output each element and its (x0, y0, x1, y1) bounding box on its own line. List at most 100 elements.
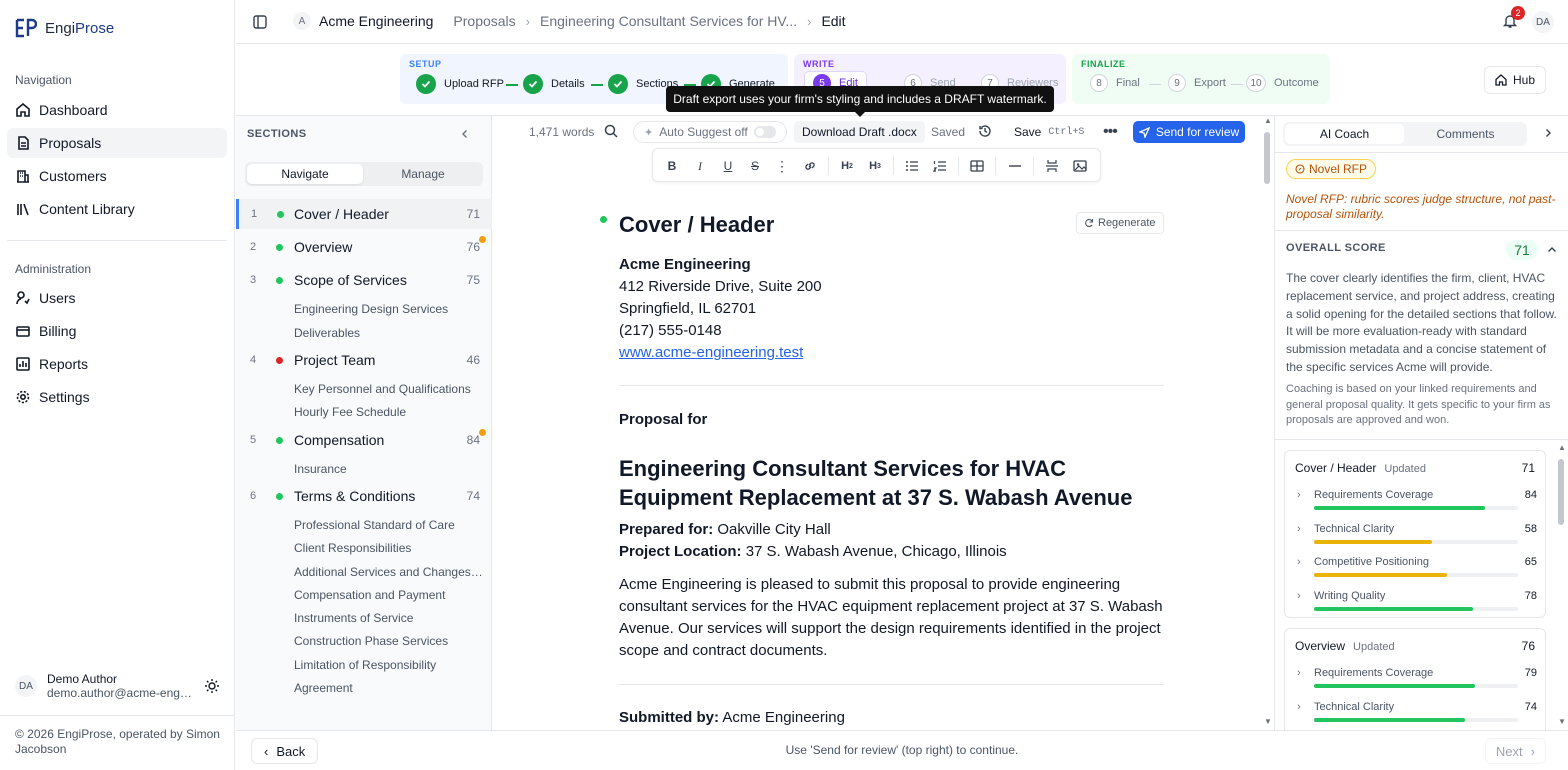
horizontal-rule-icon[interactable] (1006, 157, 1024, 175)
subsection-item[interactable]: Limitation of Responsibility (294, 658, 484, 672)
bullet-list-icon[interactable] (903, 157, 921, 175)
intro-paragraph[interactable]: Acme Engineering is pleased to submit th… (619, 574, 1164, 662)
step-details[interactable]: Details (523, 74, 585, 94)
section-item[interactable]: 1 Cover / Header 71 (236, 199, 492, 229)
firm-phone[interactable]: (217) 555-0148 (619, 320, 1164, 342)
collapse-chevron-left-icon[interactable] (460, 129, 470, 139)
italic-icon[interactable]: I (691, 157, 709, 175)
tab-ai-coach[interactable]: AI Coach (1285, 124, 1404, 144)
chevron-right-icon[interactable] (1543, 128, 1553, 138)
underline-icon[interactable]: U (719, 157, 737, 175)
nav-item-dashboard[interactable]: Dashboard (7, 95, 227, 125)
subsection-item[interactable]: Hourly Fee Schedule (294, 405, 484, 419)
subsection-item[interactable]: Engineering Design Services (294, 302, 484, 316)
subsection-item[interactable]: Construction Phase Services (294, 634, 484, 648)
user-avatar[interactable]: DA (1532, 11, 1554, 33)
heading-3-icon[interactable]: H3 (866, 157, 884, 175)
firm-website-link[interactable]: www.acme-engineering.test (619, 344, 803, 361)
score-metric[interactable]: › Requirements Coverage 79 (1297, 667, 1537, 695)
tab-comments[interactable]: Comments (1406, 124, 1525, 144)
subsection-item[interactable]: Agreement (294, 681, 484, 695)
step-final[interactable]: 8 Final (1090, 74, 1140, 92)
section-score-card[interactable]: Cover / Header Updated 71 › Requirements Cov… (1284, 450, 1546, 618)
scrollbar-thumb[interactable] (1264, 132, 1270, 184)
hub-button[interactable]: Hub (1483, 66, 1546, 94)
firm-website[interactable]: www.acme-engineering.test (619, 342, 1164, 364)
section-item[interactable]: 6 Terms & Conditions 74 (236, 481, 492, 511)
editor-scrollbar[interactable]: ▲ ▼ (1262, 116, 1272, 730)
score-metric[interactable]: › Requirements Coverage 84 (1297, 489, 1537, 517)
brand-logo[interactable]: EngiProse (15, 18, 114, 38)
sidebar-toggle-icon[interactable] (253, 15, 267, 29)
breadcrumb-proposal[interactable]: Engineering Consultant Services for HV..… (540, 13, 797, 29)
nav-item-proposals[interactable]: Proposals (7, 128, 227, 158)
prepared-for[interactable]: Prepared for: Oakville City Hall (619, 519, 1164, 541)
nav-item-content-library[interactable]: Content Library (7, 194, 227, 224)
proposal-for-label[interactable]: Proposal for (619, 409, 1164, 431)
scroll-up-icon[interactable]: ▲ (1264, 116, 1272, 125)
firm-address-line-2[interactable]: Springfield, IL 62701 (619, 298, 1164, 320)
step-upload-rfp[interactable]: Upload RFP (416, 74, 504, 94)
step-outcome[interactable]: 10 Outcome (1246, 74, 1319, 92)
section-item[interactable]: 3 Scope of Services 75 (236, 265, 492, 295)
next-button[interactable]: Next › (1484, 738, 1546, 764)
more-vertical-icon[interactable]: ⋮ (773, 157, 791, 175)
heading-2-icon[interactable]: H2 (838, 157, 856, 175)
nav-item-reports[interactable]: Reports (7, 349, 227, 379)
section-item[interactable]: 2 Overview 76 (236, 232, 492, 262)
breadcrumb-org[interactable]: Acme Engineering (319, 13, 433, 29)
history-icon[interactable] (978, 124, 992, 138)
subsection-item[interactable]: Instruments of Service (294, 611, 484, 625)
scrollbar-thumb[interactable] (1558, 459, 1564, 525)
theme-toggle-sun-icon[interactable] (205, 679, 219, 693)
more-options-icon[interactable]: ••• (1103, 121, 1118, 143)
send-for-review-button[interactable]: Send for review (1133, 121, 1245, 143)
search-icon[interactable] (604, 124, 618, 138)
chevron-up-icon[interactable] (1547, 245, 1557, 255)
subsection-item[interactable]: Insurance (294, 462, 484, 476)
firm-address-line-1[interactable]: 412 Riverside Drive, Suite 200 (619, 276, 1164, 298)
subsection-item[interactable]: Professional Standard of Care (294, 518, 484, 532)
section-item[interactable]: 5 Compensation 84 (236, 425, 492, 455)
subsection-item[interactable]: Client Responsibilities (294, 541, 484, 555)
tab-navigate[interactable]: Navigate (247, 164, 363, 184)
project-location[interactable]: Project Location: 37 S. Wabash Avenue, C… (619, 541, 1164, 563)
image-icon[interactable] (1071, 157, 1089, 175)
save-button[interactable]: Save Ctrl+S (1014, 121, 1084, 143)
nav-item-settings[interactable]: Settings (7, 382, 227, 412)
nav-item-billing[interactable]: Billing (7, 316, 227, 346)
auto-suggest-toggle[interactable]: ✦ Auto Suggest off (633, 121, 787, 143)
coach-scrollbar[interactable]: ▲ ▼ (1557, 443, 1567, 730)
scroll-up-icon[interactable]: ▲ (1558, 443, 1566, 452)
subsection-item[interactable]: Compensation and Payment (294, 588, 484, 602)
section-item[interactable]: 4 Project Team 46 (236, 345, 492, 375)
current-user[interactable]: DA Demo Author demo.author@acme-engineer… (15, 672, 192, 700)
step-export[interactable]: 9 Export (1168, 74, 1226, 92)
table-icon[interactable] (968, 157, 986, 175)
breadcrumb-proposals[interactable]: Proposals (453, 13, 515, 29)
toggle-switch[interactable] (753, 126, 776, 138)
subsection-item[interactable]: Key Personnel and Qualifications (294, 382, 484, 396)
nav-item-customers[interactable]: Customers (7, 161, 227, 191)
download-draft-button[interactable]: Download Draft .docx (794, 121, 925, 143)
scroll-down-icon[interactable]: ▼ (1264, 717, 1272, 726)
page-break-icon[interactable] (1043, 157, 1061, 175)
score-metric[interactable]: › Writing Quality 78 (1297, 590, 1537, 618)
strikethrough-icon[interactable]: S (746, 157, 764, 175)
subsection-item[interactable]: Additional Services and Changes in Scope (294, 565, 484, 579)
breadcrumb: Acme Engineering Proposals › Engineering… (319, 13, 846, 29)
score-metric[interactable]: › Technical Clarity 58 (1297, 523, 1537, 551)
regenerate-button[interactable]: Regenerate (1076, 212, 1164, 234)
numbered-list-icon[interactable] (931, 157, 949, 175)
subsection-item[interactable]: Deliverables (294, 326, 484, 340)
scroll-down-icon[interactable]: ▼ (1558, 717, 1566, 726)
score-metric[interactable]: › Technical Clarity 74 (1297, 701, 1537, 729)
bold-icon[interactable]: B (663, 157, 681, 175)
proposal-title[interactable]: Engineering Consultant Services for HVAC… (619, 454, 1164, 512)
tab-manage[interactable]: Manage (365, 164, 481, 184)
nav-item-users[interactable]: Users (7, 283, 227, 313)
score-metric[interactable]: › Competitive Positioning 65 (1297, 556, 1537, 584)
link-icon[interactable] (801, 157, 819, 175)
submitted-by[interactable]: Submitted by: Acme Engineering (619, 707, 1164, 729)
firm-name[interactable]: Acme Engineering (619, 254, 1164, 276)
